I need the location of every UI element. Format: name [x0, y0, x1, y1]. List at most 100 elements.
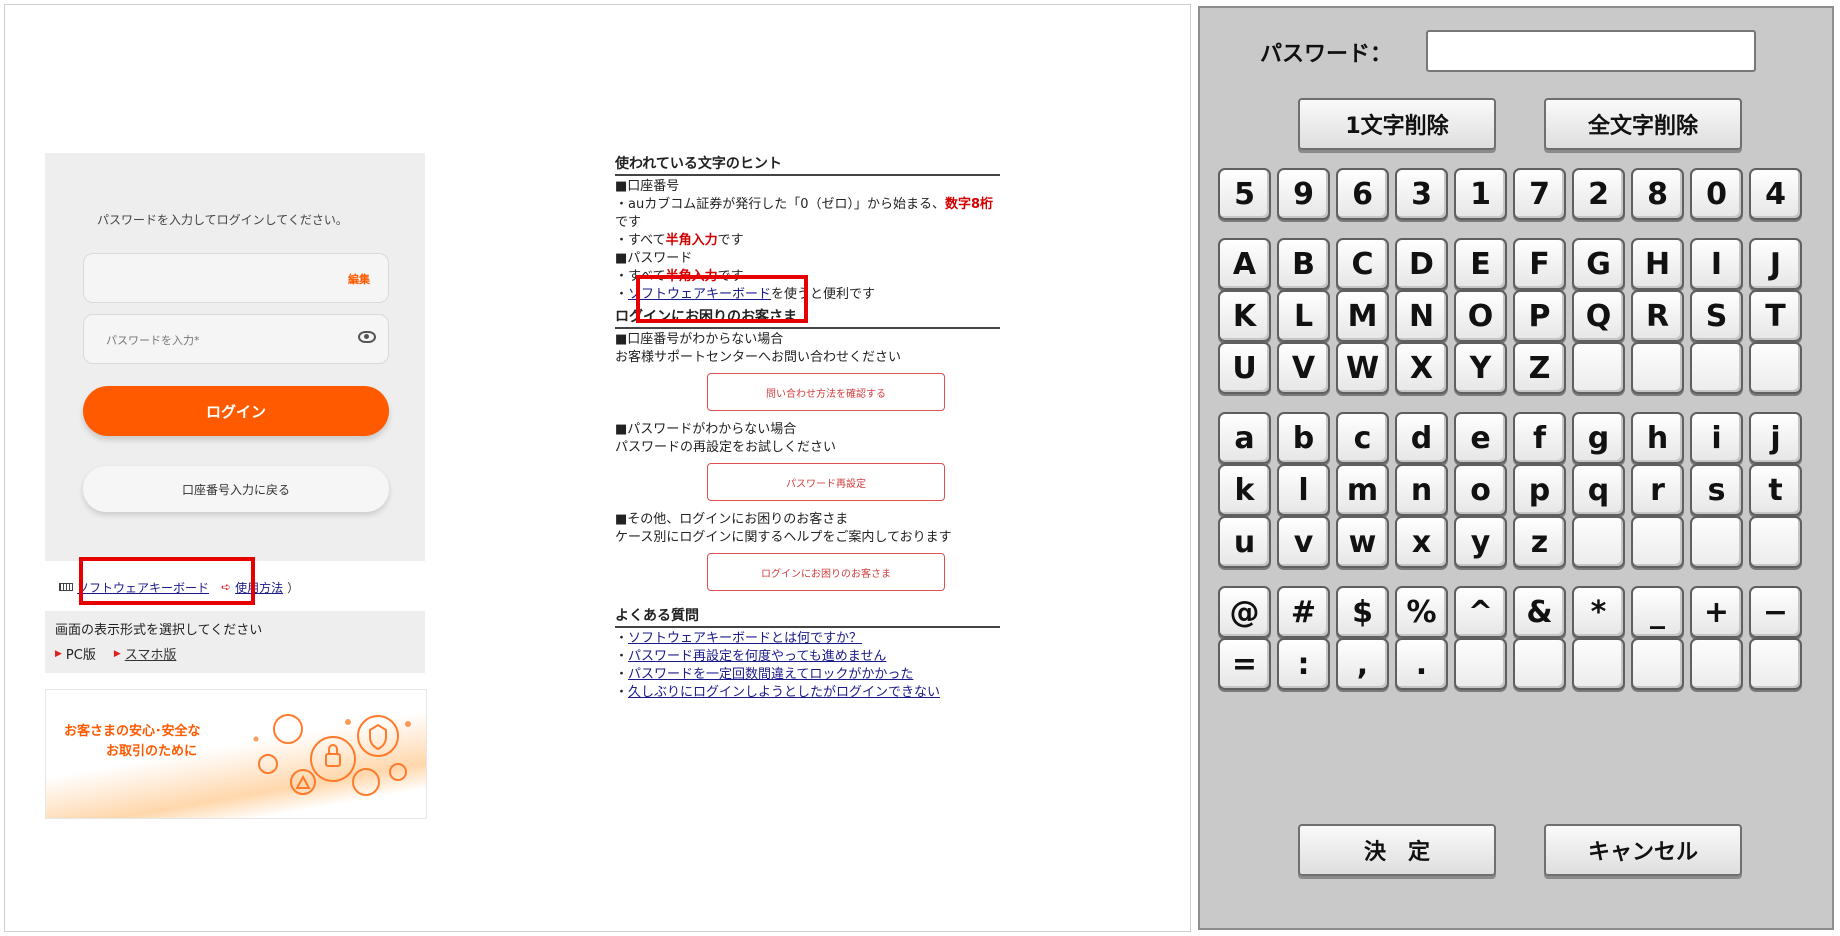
password-display-field[interactable] [1426, 30, 1756, 72]
key[interactable]: A [1218, 238, 1271, 290]
key[interactable]: , [1336, 638, 1389, 690]
key[interactable]: y [1454, 516, 1507, 568]
key[interactable]: E [1454, 238, 1507, 290]
key[interactable]: s [1690, 464, 1743, 516]
key[interactable]: S [1690, 290, 1743, 342]
security-banner[interactable]: お客さまの安心･安全な お取引のために [45, 689, 427, 819]
key[interactable]: v [1277, 516, 1330, 568]
key[interactable]: 5 [1218, 168, 1271, 220]
key[interactable]: % [1395, 586, 1448, 638]
key[interactable]: R [1631, 290, 1684, 342]
faq-link[interactable]: パスワードを一定回数間違えてロックがかかった [628, 667, 913, 682]
contact-method-button[interactable]: 問い合わせ方法を確認する [707, 373, 945, 411]
password-field[interactable]: パスワードを入力* [83, 314, 389, 364]
key[interactable]: K [1218, 290, 1271, 342]
key[interactable]: i [1690, 412, 1743, 464]
key[interactable]: 6 [1336, 168, 1389, 220]
delete-all-chars-button[interactable]: 全文字削除 [1544, 98, 1742, 150]
delete-one-char-button[interactable]: 1文字削除 [1298, 98, 1496, 150]
key[interactable]: Q [1572, 290, 1625, 342]
key[interactable]: T [1749, 290, 1802, 342]
key[interactable]: o [1454, 464, 1507, 516]
key[interactable]: $ [1336, 586, 1389, 638]
key[interactable]: e [1454, 412, 1507, 464]
key[interactable]: w [1336, 516, 1389, 568]
smartphone-option[interactable]: ▶ スマホ版 [114, 644, 177, 663]
key[interactable]: k [1218, 464, 1271, 516]
key[interactable]: C [1336, 238, 1389, 290]
pc-option[interactable]: ▶ PC版 [55, 644, 96, 663]
key[interactable]: m [1336, 464, 1389, 516]
key[interactable]: _ [1631, 586, 1684, 638]
faq-link[interactable]: ソフトウェアキーボードとは何ですか？ [628, 631, 862, 646]
blank-key[interactable] [1454, 638, 1507, 690]
key[interactable]: * [1572, 586, 1625, 638]
key[interactable]: X [1395, 342, 1448, 394]
key[interactable]: 8 [1631, 168, 1684, 220]
key[interactable]: & [1513, 586, 1566, 638]
key[interactable]: c [1336, 412, 1389, 464]
key[interactable]: 4 [1749, 168, 1802, 220]
key[interactable]: 1 [1454, 168, 1507, 220]
key[interactable]: V [1277, 342, 1330, 394]
key[interactable]: W [1336, 342, 1389, 394]
key[interactable]: 2 [1572, 168, 1625, 220]
key[interactable]: p [1513, 464, 1566, 516]
key[interactable]: F [1513, 238, 1566, 290]
password-reset-button[interactable]: パスワード再設定 [707, 463, 945, 501]
key[interactable]: f [1513, 412, 1566, 464]
key[interactable]: Z [1513, 342, 1566, 394]
blank-key[interactable] [1631, 342, 1684, 394]
key[interactable]: g [1572, 412, 1625, 464]
blank-key[interactable] [1631, 638, 1684, 690]
key[interactable]: 0 [1690, 168, 1743, 220]
key[interactable]: + [1690, 586, 1743, 638]
key[interactable]: U [1218, 342, 1271, 394]
key[interactable]: j [1749, 412, 1802, 464]
cancel-button[interactable]: キャンセル [1544, 824, 1742, 876]
key[interactable]: 7 [1513, 168, 1566, 220]
key[interactable]: J [1749, 238, 1802, 290]
blank-key[interactable] [1749, 516, 1802, 568]
eye-icon[interactable] [358, 331, 376, 343]
blank-key[interactable] [1690, 342, 1743, 394]
key[interactable]: 3 [1395, 168, 1448, 220]
key[interactable]: l [1277, 464, 1330, 516]
key[interactable]: Y [1454, 342, 1507, 394]
key[interactable]: M [1336, 290, 1389, 342]
key[interactable]: d [1395, 412, 1448, 464]
key[interactable]: x [1395, 516, 1448, 568]
key[interactable]: r [1631, 464, 1684, 516]
key[interactable]: − [1749, 586, 1802, 638]
key[interactable]: L [1277, 290, 1330, 342]
faq-link[interactable]: 久しぶりにログインしようとしたがログインできない [628, 685, 940, 700]
blank-key[interactable] [1513, 638, 1566, 690]
blank-key[interactable] [1572, 516, 1625, 568]
key[interactable]: u [1218, 516, 1271, 568]
faq-link[interactable]: パスワード再設定を何度やっても進めません [628, 649, 886, 664]
login-button[interactable]: ログイン [83, 386, 389, 436]
key[interactable]: # [1277, 586, 1330, 638]
key[interactable]: O [1454, 290, 1507, 342]
key[interactable]: N [1395, 290, 1448, 342]
key[interactable]: = [1218, 638, 1271, 690]
key[interactable]: z [1513, 516, 1566, 568]
key[interactable]: t [1749, 464, 1802, 516]
blank-key[interactable] [1572, 638, 1625, 690]
key[interactable]: b [1277, 412, 1330, 464]
back-to-account-button[interactable]: 口座番号入力に戻る [83, 466, 389, 512]
key[interactable]: D [1395, 238, 1448, 290]
key[interactable]: @ [1218, 586, 1271, 638]
key[interactable]: H [1631, 238, 1684, 290]
blank-key[interactable] [1749, 638, 1802, 690]
key[interactable]: B [1277, 238, 1330, 290]
blank-key[interactable] [1749, 342, 1802, 394]
blank-key[interactable] [1572, 342, 1625, 394]
key[interactable]: 9 [1277, 168, 1330, 220]
edit-link[interactable]: 編集 [348, 271, 370, 287]
key[interactable]: n [1395, 464, 1448, 516]
key[interactable]: . [1395, 638, 1448, 690]
login-help-button[interactable]: ログインにお困りのお客さま [707, 553, 945, 591]
key[interactable]: ^ [1454, 586, 1507, 638]
blank-key[interactable] [1690, 638, 1743, 690]
